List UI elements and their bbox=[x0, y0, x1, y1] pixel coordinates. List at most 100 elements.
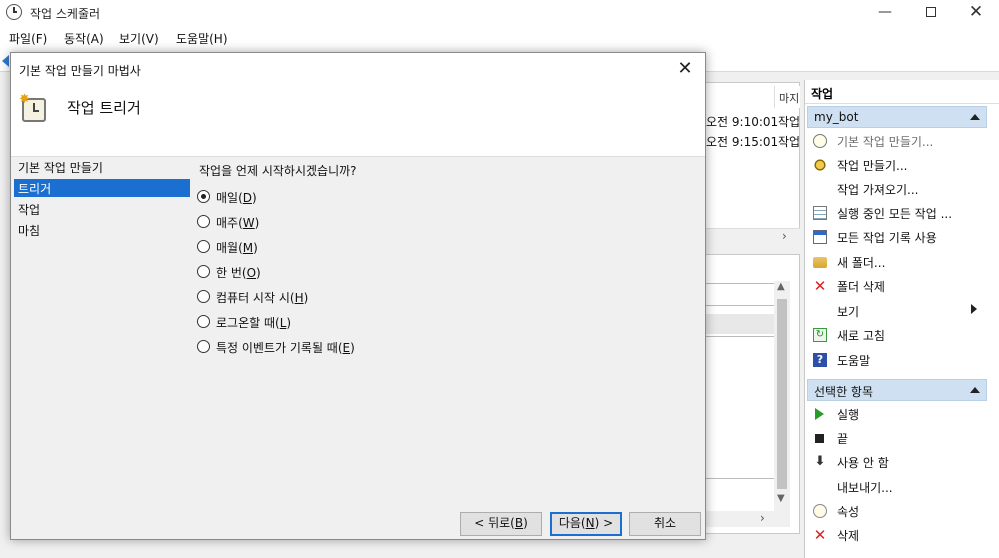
minimize-button[interactable]: — bbox=[862, 0, 908, 26]
action-label: 실행 bbox=[837, 408, 860, 422]
action-label: 도움말 bbox=[837, 354, 871, 368]
back-button[interactable]: < 뒤로(B) bbox=[460, 512, 542, 536]
menu-view[interactable]: 보기(V) bbox=[119, 30, 159, 47]
actions-group-selected-item[interactable]: 선택한 항목 bbox=[807, 379, 987, 401]
next-button[interactable]: 다음(N) > bbox=[550, 512, 622, 536]
action-label: 작업 가져오기... bbox=[837, 183, 919, 197]
column-header-last-run[interactable]: 마지 bbox=[774, 86, 800, 108]
step-trigger[interactable]: 트리거 bbox=[14, 179, 190, 197]
action-label: 실행 중인 모든 작업 ... bbox=[837, 207, 953, 221]
action-label: 끝 bbox=[837, 432, 849, 446]
cancel-button[interactable]: 취소 bbox=[629, 512, 701, 536]
create-basic-task-wizard: 기본 작업 만들기 마법사 ✕ ✸ 작업 트리거 기본 작업 만들기 트리거 작… bbox=[10, 52, 706, 540]
clock-icon bbox=[813, 134, 827, 148]
radio-circle[interactable] bbox=[197, 265, 210, 278]
scroll-down-icon[interactable]: ▼ bbox=[777, 493, 785, 504]
dialog-header: ✸ 작업 트리거 bbox=[11, 85, 705, 157]
chevron-right-icon[interactable]: › bbox=[760, 511, 765, 525]
collapse-icon[interactable] bbox=[970, 387, 980, 393]
step-action[interactable]: 작업 bbox=[14, 200, 190, 218]
dialog-title: 기본 작업 만들기 마법사 bbox=[19, 64, 141, 78]
divider bbox=[706, 478, 774, 479]
submenu-arrow-icon bbox=[971, 304, 977, 314]
clock-icon bbox=[6, 4, 22, 20]
window-title: 작업 스케줄러 bbox=[30, 7, 101, 21]
action-run[interactable]: 실행 bbox=[809, 403, 984, 425]
maximize-button[interactable] bbox=[908, 0, 954, 26]
row-time: 오전 9:10:01 bbox=[706, 115, 779, 129]
table-row[interactable]: 오전 9:15:01 작업 bbox=[706, 133, 800, 150]
menu-file[interactable]: 파일(F) bbox=[9, 30, 47, 47]
action-create-task[interactable]: 작업 만들기... bbox=[809, 154, 984, 176]
main-titlebar: 작업 스케줄러 — ✕ bbox=[0, 0, 999, 26]
action-new-folder[interactable]: 새 폴더... bbox=[809, 251, 984, 273]
group-label: my_bot bbox=[814, 110, 859, 124]
properties-icon bbox=[813, 504, 827, 518]
play-icon bbox=[815, 408, 824, 420]
action-enable-history[interactable]: 모든 작업 기록 사용 bbox=[809, 226, 984, 248]
dialog-close-button[interactable]: ✕ bbox=[671, 56, 699, 82]
step-create-basic-task[interactable]: 기본 작업 만들기 bbox=[14, 158, 190, 176]
menu-action[interactable]: 동작(A) bbox=[64, 30, 104, 47]
refresh-icon: ↻ bbox=[813, 328, 827, 342]
menu-help[interactable]: 도움말(H) bbox=[176, 30, 228, 47]
radio-circle[interactable] bbox=[197, 240, 210, 253]
action-delete[interactable]: ✕ 삭제 bbox=[809, 524, 984, 546]
action-label: 모든 작업 기록 사용 bbox=[837, 231, 937, 245]
table-row[interactable]: 오전 9:10:01 작업 bbox=[706, 113, 800, 130]
stop-icon bbox=[815, 434, 824, 443]
action-label: 새 폴더... bbox=[837, 256, 886, 270]
action-label: 속성 bbox=[837, 505, 860, 519]
action-create-basic-task[interactable]: 기본 작업 만들기... bbox=[809, 130, 984, 152]
gear-icon bbox=[813, 158, 827, 172]
action-help[interactable]: ? 도움말 bbox=[809, 349, 984, 371]
action-properties[interactable]: 속성 bbox=[809, 500, 984, 522]
horizontal-scrollbar[interactable]: › bbox=[704, 228, 800, 244]
scrollbar-thumb[interactable] bbox=[777, 299, 787, 489]
action-running-tasks[interactable]: 실행 중인 모든 작업 ... bbox=[809, 202, 984, 224]
action-refresh[interactable]: ↻ 새로 고침 bbox=[809, 324, 984, 346]
radio-circle[interactable] bbox=[197, 215, 210, 228]
action-label: 새로 고침 bbox=[837, 329, 885, 343]
collapse-icon[interactable] bbox=[970, 114, 980, 120]
action-label: 기본 작업 만들기... bbox=[837, 135, 934, 149]
action-end[interactable]: 끝 bbox=[809, 427, 984, 449]
radio-circle[interactable] bbox=[197, 315, 210, 328]
menubar: 파일(F) 동작(A) 보기(V) 도움말(H) bbox=[0, 26, 999, 50]
row-status: 작업 bbox=[778, 115, 801, 129]
radio-circle[interactable] bbox=[197, 290, 210, 303]
action-export[interactable]: 내보내기... bbox=[809, 476, 984, 498]
trigger-question: 작업을 언제 시작하시겠습니까? bbox=[199, 164, 357, 178]
radio-circle[interactable] bbox=[197, 340, 210, 353]
details-row bbox=[706, 314, 774, 334]
actions-group-my-bot[interactable]: my_bot bbox=[807, 106, 987, 128]
action-label: 사용 안 함 bbox=[837, 456, 889, 470]
pane-splitter[interactable] bbox=[704, 244, 800, 254]
vertical-scrollbar[interactable]: ▲ ▼ bbox=[774, 281, 790, 511]
radio-circle[interactable] bbox=[197, 190, 210, 203]
action-label: 폴더 삭제 bbox=[837, 280, 885, 294]
actions-pane: 작업 my_bot 기본 작업 만들기... 작업 만들기... 작업 가져오기… bbox=[804, 80, 999, 558]
close-window-button[interactable]: ✕ bbox=[953, 0, 999, 26]
back-arrow-icon[interactable] bbox=[2, 55, 9, 67]
step-finish[interactable]: 마침 bbox=[14, 221, 190, 239]
delete-x-icon: ✕ bbox=[813, 277, 827, 295]
action-import-task[interactable]: 작업 가져오기... bbox=[809, 178, 984, 200]
scroll-up-icon[interactable]: ▲ bbox=[777, 281, 785, 292]
action-delete-folder[interactable]: ✕ 폴더 삭제 bbox=[809, 275, 984, 297]
document-icon bbox=[813, 230, 827, 244]
action-label: 삭제 bbox=[837, 529, 860, 543]
divider bbox=[706, 336, 774, 337]
horizontal-scrollbar[interactable]: › bbox=[704, 511, 790, 527]
task-clock-icon: ✸ bbox=[19, 93, 49, 123]
action-view[interactable]: 보기 bbox=[809, 300, 984, 322]
row-time: 오전 9:15:01 bbox=[706, 135, 779, 149]
action-disable[interactable]: ⬇ 사용 안 함 bbox=[809, 451, 984, 473]
down-arrow-icon: ⬇ bbox=[814, 454, 826, 469]
row-status: 작업 bbox=[778, 135, 801, 149]
chevron-right-icon[interactable]: › bbox=[782, 229, 787, 243]
action-label: 보기 bbox=[837, 305, 860, 319]
actions-pane-title: 작업 bbox=[805, 80, 999, 104]
dialog-body: 기본 작업 만들기 트리거 작업 마침 작업을 언제 시작하시겠습니까? 매일(… bbox=[11, 158, 705, 539]
divider bbox=[706, 305, 774, 306]
